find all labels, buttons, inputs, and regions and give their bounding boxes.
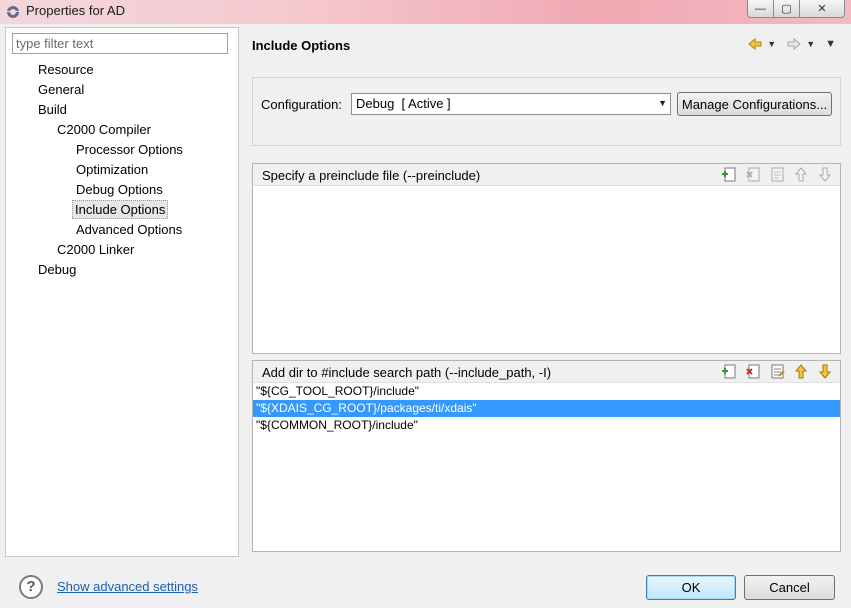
minimize-icon: — <box>755 2 766 15</box>
minimize-button[interactable]: — <box>747 0 774 18</box>
configuration-value: Debug [ Active ] <box>356 96 451 111</box>
preinclude-toolbar <box>721 166 834 183</box>
filter-input[interactable] <box>12 33 228 54</box>
add-icon[interactable] <box>721 166 738 183</box>
chevron-down-icon: ▼ <box>658 98 667 108</box>
close-button[interactable]: ✕ <box>800 0 845 18</box>
help-icon[interactable]: ? <box>19 575 43 599</box>
edit-icon <box>771 167 784 182</box>
configuration-group: Configuration: Debug [ Active ] ▼ Manage… <box>252 77 841 146</box>
back-arrow-icon[interactable] <box>747 36 763 52</box>
delete-icon[interactable] <box>745 363 762 380</box>
preinclude-panel: Specify a preinclude file (--preinclude) <box>252 163 841 354</box>
move-down-icon <box>818 167 832 182</box>
move-up-icon[interactable] <box>793 363 810 380</box>
cancel-button[interactable]: Cancel <box>744 575 835 600</box>
page-title: Include Options <box>252 38 351 53</box>
tree-item-debug[interactable]: Debug <box>36 260 78 280</box>
configuration-label: Configuration: <box>261 97 342 112</box>
forward-arrow-icon[interactable] <box>786 36 802 52</box>
back-menu-chevron-down-icon[interactable]: ▼ <box>767 39 776 49</box>
tree-item-include-options[interactable]: Include Options <box>72 200 169 220</box>
manage-configurations-button[interactable]: Manage Configurations... <box>677 92 832 116</box>
delete-icon <box>746 167 760 182</box>
maximize-button[interactable]: ▢ <box>774 0 800 18</box>
window-title: Properties for AD <box>26 3 125 18</box>
show-advanced-settings-link[interactable]: Show advanced settings <box>57 579 198 594</box>
forward-menu-chevron-down-icon[interactable]: ▼ <box>806 39 815 49</box>
tree-item-resource[interactable]: Resource <box>36 60 96 80</box>
include-path-panel-label: Add dir to #include search path (--inclu… <box>262 365 552 380</box>
include-path-panel-header: Add dir to #include search path (--inclu… <box>253 361 840 383</box>
tree-item-processor-options[interactable]: Processor Options <box>74 140 185 160</box>
preinclude-panel-header: Specify a preinclude file (--preinclude) <box>253 164 840 186</box>
maximize-icon: ▢ <box>781 3 792 15</box>
edit-icon[interactable] <box>769 363 786 380</box>
tree-item-c2000-linker[interactable]: C2000 Linker <box>55 240 136 260</box>
include-path-toolbar <box>721 363 834 380</box>
tree-item-debug-options[interactable]: Debug Options <box>74 180 165 200</box>
list-item[interactable]: "${COMMON_ROOT}/include" <box>253 417 840 434</box>
page-header: Include Options ▼ ▼ ▼ <box>240 27 846 67</box>
move-down-icon[interactable] <box>817 363 834 380</box>
list-item[interactable]: "${CG_TOOL_ROOT}/include" <box>253 383 840 400</box>
eclipse-app-icon <box>7 6 19 18</box>
window-controls: — ▢ ✕ <box>747 0 845 18</box>
include-path-list: "${CG_TOOL_ROOT}/include" "${XDAIS_CG_RO… <box>253 383 840 434</box>
history-navigation: ▼ ▼ ▼ <box>747 36 836 52</box>
tree-item-c2000-compiler[interactable]: C2000 Compiler <box>55 120 153 140</box>
close-icon: ✕ <box>817 3 827 15</box>
ok-button[interactable]: OK <box>646 575 736 600</box>
include-path-panel: Add dir to #include search path (--inclu… <box>252 360 841 552</box>
tree-item-build[interactable]: Build <box>36 100 69 120</box>
title-bar: Properties for AD — ▢ ✕ <box>0 0 851 24</box>
tree-item-general[interactable]: General <box>36 80 86 100</box>
property-page-tree-panel: Resource General Build C2000 Compiler Pr… <box>5 27 239 557</box>
preinclude-panel-label: Specify a preinclude file (--preinclude) <box>262 168 481 183</box>
add-icon[interactable] <box>721 363 738 380</box>
move-up-icon <box>794 167 808 182</box>
view-menu-chevron-down-icon[interactable]: ▼ <box>825 38 836 50</box>
configuration-select[interactable]: Debug [ Active ] ▼ <box>351 93 671 115</box>
tree-item-advanced-options[interactable]: Advanced Options <box>74 220 184 240</box>
list-item[interactable]: "${XDAIS_CG_ROOT}/packages/ti/xdais" <box>253 400 840 417</box>
tree-item-optimization[interactable]: Optimization <box>74 160 150 180</box>
